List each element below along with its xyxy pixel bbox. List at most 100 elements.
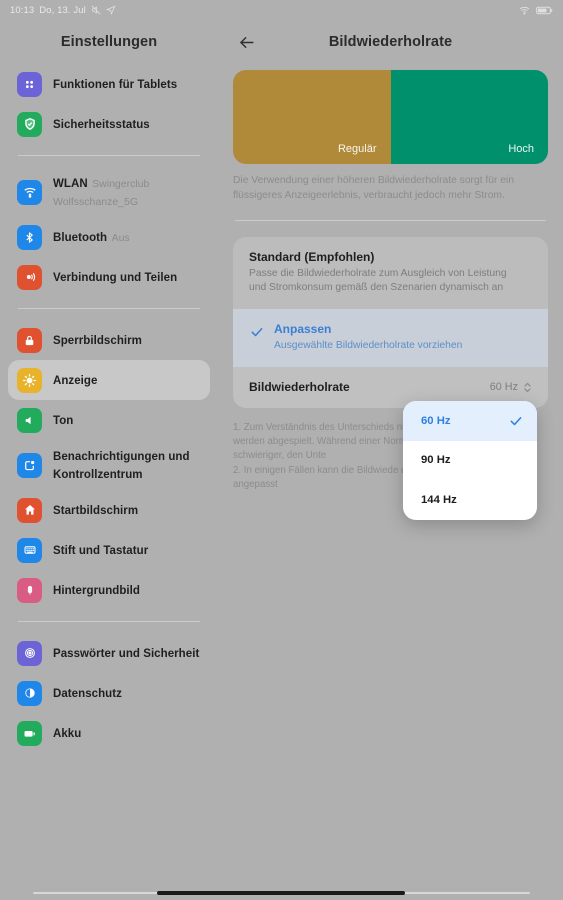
sidebar-item-text: Anzeige xyxy=(53,371,97,389)
sidebar-item-lockscreen[interactable]: Sperrbildschirm xyxy=(8,320,210,360)
sidebar-item-text: Verbindung und Teilen xyxy=(53,268,177,286)
option-anpassen[interactable]: Anpassen Ausgewählte Bildwiederholrate v… xyxy=(233,309,548,367)
option-anpassen-title: Anpassen xyxy=(274,322,332,336)
lock-icon xyxy=(17,327,42,353)
refresh-rate-value-wrap[interactable]: 60 Hz xyxy=(490,381,532,394)
privacy-icon xyxy=(17,680,42,706)
sidebar-title: Einstellungen xyxy=(60,34,158,50)
sidebar-item-sound[interactable]: Ton xyxy=(8,400,210,440)
sidebar-item-wallpaper[interactable]: Hintergrundbild xyxy=(8,570,210,610)
page-title: Bildwiederholrate xyxy=(328,34,453,50)
sidebar-item-text: Bluetooth Aus xyxy=(53,228,130,246)
preview-high-half: Hoch xyxy=(390,70,548,164)
preview-regular-label: Regulär xyxy=(337,143,377,155)
settings-sidebar: Einstellungen Funktionen für Tablets Sic… xyxy=(0,20,218,900)
sidebar-group-1: Funktionen für Tablets Sicherheitsstatus xyxy=(0,64,218,144)
bottom-navigation-bar xyxy=(0,880,563,900)
sidebar-divider xyxy=(18,308,200,309)
sidebar-item-homescreen[interactable]: Startbildschirm xyxy=(8,490,210,530)
sidebar-item-notifications[interactable]: Benachrichtigungen und Kontrollzentrum xyxy=(8,440,210,490)
sidebar-item-pen-keyboard[interactable]: Stift und Tastatur xyxy=(8,530,210,570)
sidebar-item-wlan[interactable]: WLAN Swingerclub Wolfsschanze_5G xyxy=(8,167,210,217)
option-anpassen-description: Ausgewählte Bildwiederholrate vorziehen xyxy=(274,340,463,351)
sidebar-item-bluetooth[interactable]: Bluetooth Aus xyxy=(8,217,210,257)
sidebar-item-text: Stift und Tastatur xyxy=(53,541,148,559)
sidebar-item-sublabel: Aus xyxy=(111,232,130,244)
sidebar-item-text: Sicherheitsstatus xyxy=(53,115,150,133)
battery-icon xyxy=(17,720,42,746)
keyboard-icon xyxy=(17,537,42,563)
dropdown-option-label: 144 Hz xyxy=(421,493,457,506)
refresh-rate-label: Bildwiederholrate xyxy=(249,380,350,394)
refresh-rate-dropdown[interactable]: 60 Hz 90 Hz 144 Hz xyxy=(403,401,537,520)
dropdown-option-60hz[interactable]: 60 Hz xyxy=(403,401,537,441)
sidebar-item-text: Datenschutz xyxy=(53,684,122,702)
sidebar-item-label: Akku xyxy=(53,728,82,740)
preview-high-label: Hoch xyxy=(508,143,534,155)
dropdown-option-90hz[interactable]: 90 Hz xyxy=(403,441,537,481)
sidebar-item-label: Datenschutz xyxy=(53,688,122,700)
option-standard-description: Passe die Bildwiederholrate zum Ausgleic… xyxy=(249,268,507,293)
sidebar-item-label: Stift und Tastatur xyxy=(53,545,149,557)
main-header: Bildwiederholrate xyxy=(218,20,563,64)
battery-icon xyxy=(536,6,553,15)
status-bar-left: 10:13 Do, 13. Jul xyxy=(10,5,116,16)
back-arrow-icon[interactable] xyxy=(232,28,260,56)
sidebar-item-label: Sicherheitsstatus xyxy=(53,119,150,131)
sidebar-item-text: Passwörter und Sicherheit xyxy=(53,644,199,662)
dropdown-option-label: 90 Hz xyxy=(421,454,451,467)
sidebar-item-text: Akku xyxy=(53,724,81,742)
sidebar-item-label: Benachrichtigungen und Kontrollzentrum xyxy=(53,451,190,481)
option-standard[interactable]: Standard (Empfohlen) Passe die Bildwiede… xyxy=(233,237,548,309)
section-divider xyxy=(235,220,546,221)
status-time: 10:13 xyxy=(10,4,35,16)
status-date: Do, 13. Jul xyxy=(39,4,86,16)
sidebar-item-label: Ton xyxy=(53,415,74,427)
notification-icon xyxy=(17,452,42,478)
shield-check-icon xyxy=(17,111,42,137)
sidebar-divider xyxy=(18,621,200,622)
home-indicator[interactable] xyxy=(157,891,405,895)
home-icon xyxy=(17,497,42,523)
bluetooth-icon xyxy=(17,224,42,250)
speaker-icon xyxy=(17,407,42,433)
sidebar-divider xyxy=(18,155,200,156)
sidebar-item-label: Bluetooth xyxy=(53,232,108,244)
dropdown-option-label: 60 Hz xyxy=(421,414,451,427)
refresh-rate-value: 60 Hz xyxy=(489,381,518,393)
wifi-icon xyxy=(519,5,530,16)
sidebar-item-passwords-security[interactable]: Passwörter und Sicherheit xyxy=(8,633,210,673)
status-bar: 10:13 Do, 13. Jul xyxy=(0,0,563,20)
sidebar-item-label: Funktionen für Tablets xyxy=(53,79,178,91)
sidebar-item-text: Sperrbildschirm xyxy=(53,331,142,349)
tablet-features-icon xyxy=(17,71,42,97)
sidebar-item-battery[interactable]: Akku xyxy=(8,713,210,753)
sidebar-item-text: WLAN Swingerclub Wolfsschanze_5G xyxy=(53,174,201,210)
sidebar-item-label: Hintergrundbild xyxy=(53,585,140,597)
refresh-rate-preview-banner: Regulär Hoch xyxy=(233,70,548,164)
sidebar-group-2: WLAN Swingerclub Wolfsschanze_5G Bluetoo… xyxy=(0,167,218,297)
sidebar-item-label: WLAN xyxy=(53,178,88,190)
option-standard-title: Standard (Empfohlen) xyxy=(249,250,375,264)
sidebar-group-4: Passwörter und Sicherheit Datenschutz Ak… xyxy=(0,633,218,753)
refresh-rate-options-card: Standard (Empfohlen) Passe die Bildwiede… xyxy=(233,237,548,408)
wallpaper-flower-icon xyxy=(17,577,42,603)
connection-share-icon xyxy=(17,264,42,290)
sidebar-item-connection-share[interactable]: Verbindung und Teilen xyxy=(8,257,210,297)
sidebar-item-security-status[interactable]: Sicherheitsstatus xyxy=(8,104,210,144)
sidebar-item-text: Hintergrundbild xyxy=(53,581,140,599)
sidebar-item-label: Startbildschirm xyxy=(53,505,139,517)
sidebar-item-label: Anzeige xyxy=(53,375,98,387)
sidebar-item-anzeige[interactable]: Anzeige xyxy=(8,360,210,400)
checkmark-icon xyxy=(250,325,264,344)
location-share-icon xyxy=(105,5,116,15)
sidebar-group-3: Sperrbildschirm Anzeige Ton Benachrichti… xyxy=(0,320,218,610)
preview-regular-half: Regulär xyxy=(233,70,391,164)
sidebar-item-privacy[interactable]: Datenschutz xyxy=(8,673,210,713)
dropdown-option-144hz[interactable]: 144 Hz xyxy=(403,480,537,520)
chevron-up-down-icon[interactable] xyxy=(523,381,532,394)
sidebar-item-text: Funktionen für Tablets xyxy=(53,75,177,93)
sidebar-item-tablet-features[interactable]: Funktionen für Tablets xyxy=(8,64,210,104)
silent-mode-icon xyxy=(91,5,101,15)
wifi-icon xyxy=(17,179,42,205)
